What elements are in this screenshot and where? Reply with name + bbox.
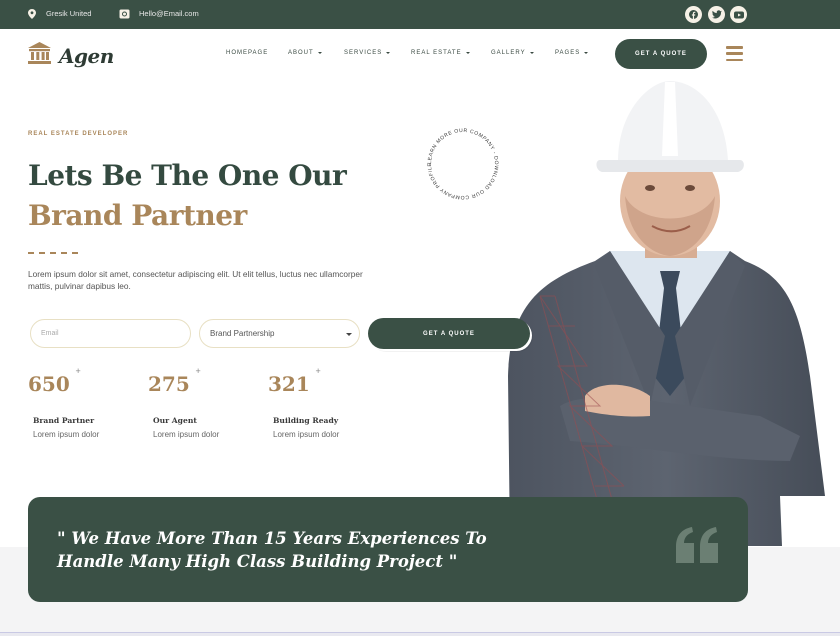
- mail-icon: [119, 8, 130, 19]
- hero-description: Lorem ipsum dolor sit amet, consectetur …: [28, 269, 363, 291]
- stat-value: 321 +: [268, 366, 321, 396]
- service-select-value: Brand Partnership: [210, 329, 275, 338]
- chevron-down-icon: [465, 52, 470, 54]
- service-select[interactable]: Brand Partnership: [199, 319, 360, 348]
- stat-label: Our Agent: [153, 416, 197, 425]
- stat-sub: Lorem ipsum dolor: [153, 430, 220, 439]
- quote-line2: Handle Many High Class Building Project …: [57, 552, 458, 571]
- brand-name: Agen: [59, 43, 114, 68]
- building-icon: [28, 42, 51, 69]
- hero-person-image: [508, 81, 825, 546]
- stat-sub: Lorem ipsum dolor: [33, 430, 100, 439]
- nav-label: REAL ESTATE: [411, 50, 462, 56]
- nav-label: SERVICES: [344, 50, 383, 56]
- stat-value: 275 +: [148, 366, 201, 396]
- nav-gallery[interactable]: GALLERY: [491, 50, 534, 56]
- chevron-down-icon: [386, 52, 391, 54]
- nav-about[interactable]: ABOUT: [288, 50, 322, 56]
- hero-title-line2: Brand Partner: [28, 199, 247, 232]
- brand-logo[interactable]: Agen: [28, 42, 114, 69]
- email-text[interactable]: Hello@Email.com: [139, 9, 199, 18]
- divider-dashes: [28, 252, 78, 254]
- twitter-icon[interactable]: [708, 6, 725, 23]
- chevron-down-icon: [346, 333, 352, 336]
- facebook-icon[interactable]: [685, 6, 702, 23]
- stat-suffix: +: [75, 366, 81, 376]
- hero-title: Lets Be The One Our Brand Partner: [28, 156, 347, 236]
- chevron-down-icon: [584, 52, 589, 54]
- stat-suffix: +: [315, 366, 321, 376]
- email-info[interactable]: Hello@Email.com: [119, 8, 199, 19]
- get-quote-nav-button[interactable]: GET A QUOTE: [615, 39, 707, 69]
- company-profile-badge[interactable]: LEARN MORE OUR COMPANY - DOWNLOAD OUR CO…: [423, 124, 503, 204]
- stat-label: Brand Partner: [33, 416, 95, 425]
- nav-services[interactable]: SERVICES: [344, 50, 391, 56]
- hero-title-line1: Lets Be The One Our: [28, 159, 347, 192]
- stat-value: 650 +: [28, 366, 81, 396]
- hamburger-menu-icon[interactable]: [726, 46, 743, 62]
- stat-brand-partner: 650 + Brand Partner Lorem ipsum dolor: [28, 366, 138, 439]
- quote-line1: " We Have More Than 15 Years Experiences…: [57, 529, 487, 548]
- nav-label: PAGES: [555, 50, 581, 56]
- location-info: Gresik United: [26, 8, 91, 19]
- stat-sub: Lorem ipsum dolor: [273, 430, 340, 439]
- stat-our-agent: 275 + Our Agent Lorem ipsum dolor: [148, 366, 258, 439]
- page-bottom-edge: [0, 632, 840, 636]
- stat-suffix: +: [195, 366, 201, 376]
- nav-label: GALLERY: [491, 50, 526, 56]
- map-pin-icon: [26, 8, 37, 19]
- nav-homepage[interactable]: HOMEPAGE: [226, 50, 268, 56]
- top-bar: Gresik United Hello@Email.com: [0, 0, 840, 29]
- badge-text: LEARN MORE OUR COMPANY - DOWNLOAD OUR CO…: [423, 124, 498, 200]
- nav-real-estate[interactable]: REAL ESTATE: [411, 50, 470, 56]
- stat-building-ready: 321 + Building Ready Lorem ipsum dolor: [268, 366, 378, 439]
- svg-text:LEARN MORE OUR COMPANY - DOWNL: LEARN MORE OUR COMPANY - DOWNLOAD OUR CO…: [423, 124, 499, 200]
- experience-quote: " We Have More Than 15 Years Experiences…: [57, 527, 517, 573]
- quote-mark-icon: [676, 527, 718, 563]
- get-quote-button[interactable]: GET A QUOTE: [368, 318, 530, 349]
- nav-pages[interactable]: PAGES: [555, 50, 589, 56]
- email-input[interactable]: Email: [30, 319, 191, 348]
- youtube-icon[interactable]: [730, 6, 747, 23]
- chevron-down-icon: [529, 52, 534, 54]
- nav-label: ABOUT: [288, 50, 314, 56]
- nav-label: HOMEPAGE: [226, 50, 269, 56]
- hero-eyebrow: REAL ESTATE DEVELOPER: [28, 131, 129, 137]
- location-text: Gresik United: [46, 9, 92, 18]
- chevron-down-icon: [317, 52, 322, 54]
- stat-label: Building Ready: [273, 416, 339, 425]
